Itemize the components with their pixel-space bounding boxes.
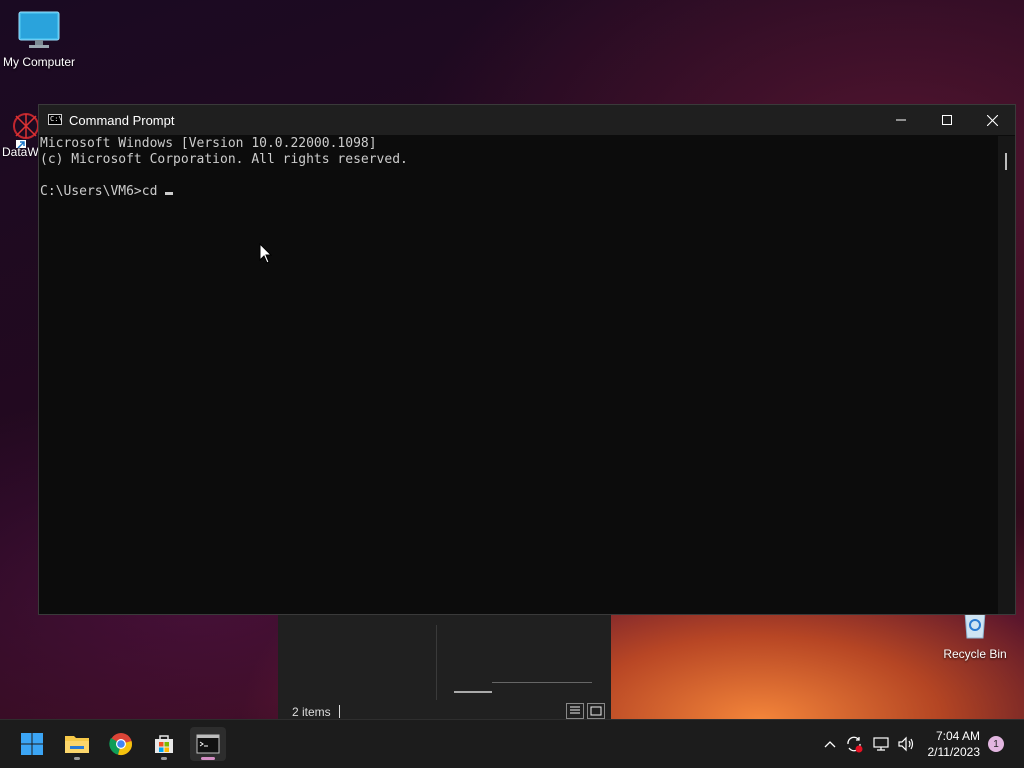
chrome-icon [109,733,132,755]
console-prompt-text: C:\Users\VM6>cd [40,184,166,199]
network-button[interactable] [870,720,892,768]
active-indicator [201,757,215,760]
vertical-scrollbar[interactable] [998,136,1015,614]
desktop-icon-my-computer[interactable]: My Computer [0,10,78,69]
close-icon [987,114,998,126]
maximize-icon [941,115,952,125]
minimize-icon [895,119,906,121]
console-prompt-line[interactable]: C:\Users\VM6>cd [40,184,997,200]
show-hidden-icons-button[interactable] [820,720,840,768]
dataw-app-icon [13,113,39,150]
taskbar-microsoft-store[interactable] [146,727,182,761]
details-view-icon [570,706,580,714]
taskbar: 7:04 AM 2/11/2023 1 [0,719,1024,768]
tiles-view-icon [590,706,602,716]
speaker-icon [898,736,914,752]
window-title: Command Prompt [69,113,175,128]
notification-badge[interactable]: 1 [988,736,1004,752]
windows-logo-icon [21,733,43,755]
desktop-icon-label: My Computer [2,55,76,69]
taskbar-clock[interactable]: 7:04 AM 2/11/2023 [928,728,981,760]
maximize-button[interactable] [924,105,969,135]
divider-line [492,682,592,683]
network-icon [873,737,889,751]
file-explorer-window-fragment: 2 items [278,615,611,720]
status-bar-item-count: 2 items [292,705,331,719]
sync-status-button[interactable] [843,720,865,768]
clock-time: 7:04 AM [935,729,980,743]
tiles-view-button[interactable] [587,703,605,719]
details-view-button[interactable] [566,703,584,719]
cmd-app-icon: C:\ [48,114,63,125]
mouse-pointer-icon [259,243,273,264]
console-line: (c) Microsoft Corporation. All rights re… [40,152,408,167]
store-icon [155,735,173,753]
console-line: Microsoft Windows [Version 10.0.22000.10… [40,136,377,151]
close-button[interactable] [970,105,1015,135]
running-indicator [161,757,167,760]
chevron-up-icon [824,741,836,748]
desktop-icon-recycle-bin[interactable]: Recycle Bin [940,608,1010,661]
text-cursor [165,192,174,195]
taskbar-chrome[interactable] [103,727,139,761]
pane-divider [436,625,437,700]
desktop-icon-dataw[interactable]: DataW [2,108,42,159]
terminal-icon [196,734,220,754]
taskbar-file-explorer[interactable] [59,727,95,761]
volume-button[interactable] [895,720,917,768]
scrollbar-thumb[interactable] [1005,153,1007,170]
scroll-indicator [454,691,492,693]
folder-icon [65,736,89,753]
status-separator [339,705,340,718]
desktop-icon-label: DataW [2,145,39,159]
start-button[interactable] [14,727,50,761]
desktop-icon-label: Recycle Bin [943,647,1007,661]
taskbar-command-prompt[interactable] [190,727,226,761]
sync-alert-icon [847,736,863,753]
command-prompt-window[interactable]: C:\ Command Prompt Microsoft Windows [Ve… [38,104,1016,615]
clock-date: 2/11/2023 [927,745,981,759]
console-output[interactable]: Microsoft Windows [Version 10.0.22000.10… [39,136,997,614]
title-bar[interactable]: C:\ Command Prompt [39,105,1015,135]
minimize-button[interactable] [878,105,923,135]
monitor-icon [18,11,60,48]
running-indicator [74,757,80,760]
